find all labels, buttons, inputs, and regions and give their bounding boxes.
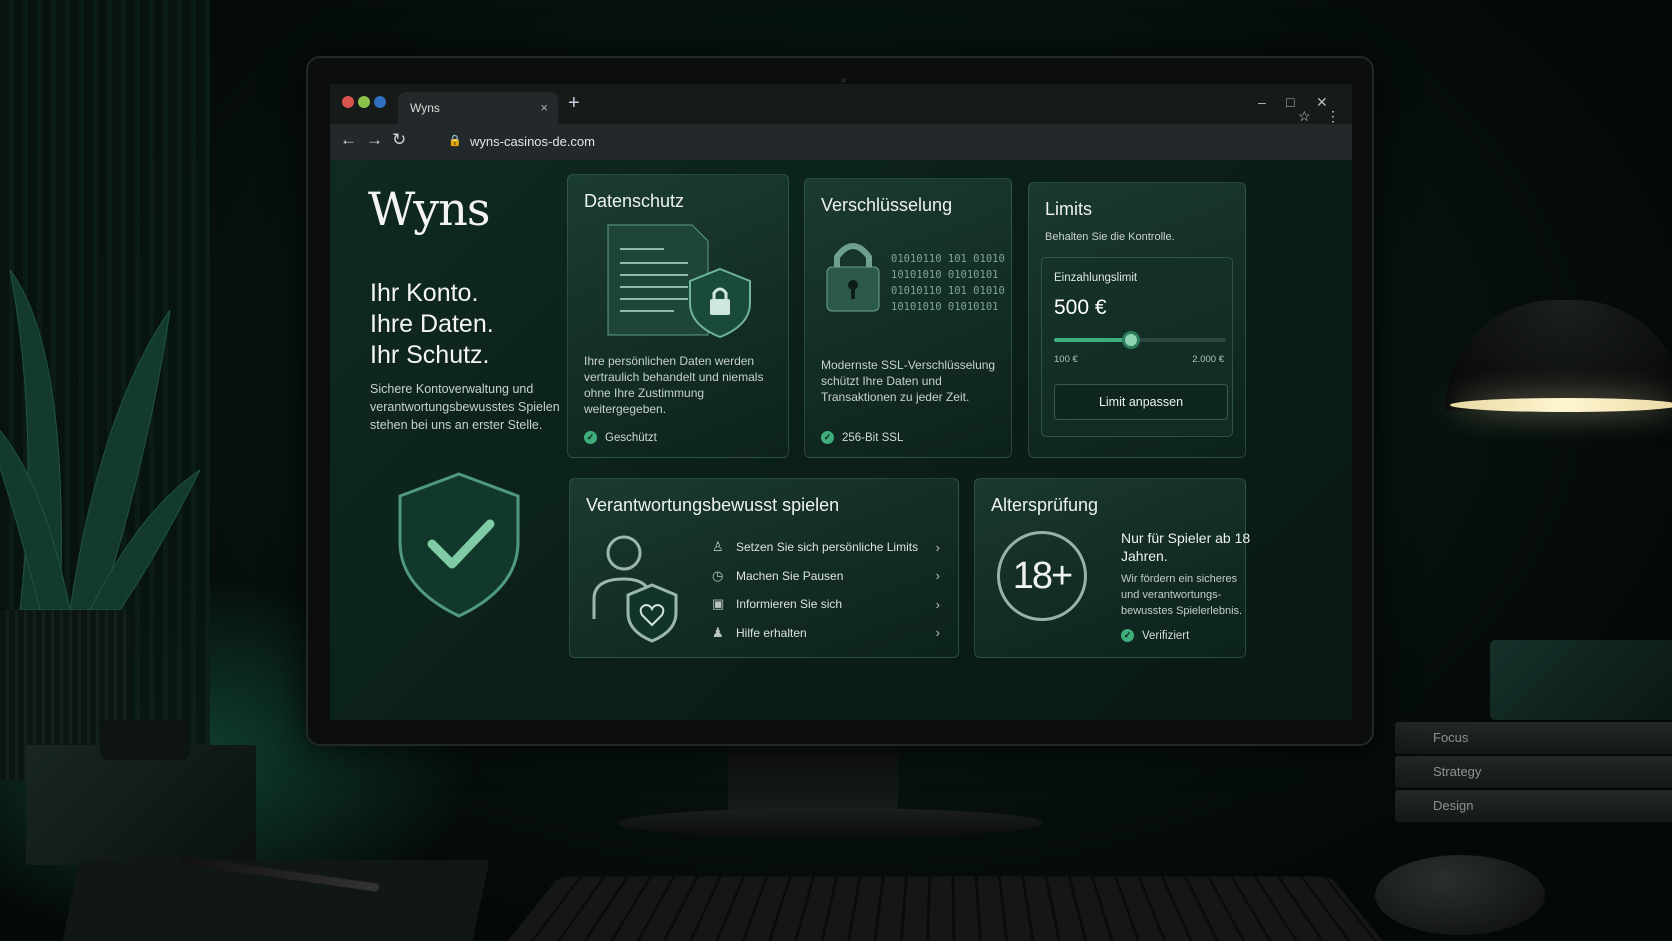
keyboard	[496, 876, 1394, 941]
chevron-right-icon: ›	[935, 625, 940, 641]
lamp-base	[1490, 640, 1672, 720]
check-icon: ✓	[584, 431, 597, 444]
address-bar: ← → ↻ 🔒 wyns-casinos-de.com	[330, 124, 1352, 160]
responsible-item[interactable]: ▣ Informieren Sie sich ›	[712, 590, 940, 619]
lock-icon: 🔒	[448, 135, 462, 147]
range-min: 100 €	[1054, 354, 1078, 365]
monitor-base	[618, 808, 1043, 838]
back-icon[interactable]: ←	[340, 130, 357, 150]
card-limits: Limits Behalten Sie die Kontrolle. Einza…	[1028, 182, 1246, 458]
check-icon: ✓	[821, 431, 834, 444]
chevron-right-icon: ›	[935, 539, 940, 555]
menu-icon[interactable]: ⋮	[1326, 108, 1340, 125]
headline-line: Ihre Daten.	[370, 310, 494, 338]
card-title: Altersprüfung	[991, 495, 1099, 515]
marble-block	[26, 745, 256, 865]
person-limit-icon: ♙	[712, 539, 724, 555]
close-dot[interactable]	[342, 96, 354, 108]
age-heading: Nur für Spieler ab 18 Jahren.	[1121, 530, 1251, 564]
lamp-light	[1450, 398, 1672, 412]
limit-slider[interactable]	[1054, 331, 1226, 349]
status-badge: ✓ Verifiziert	[1121, 629, 1189, 642]
person-heart-shield-icon	[592, 535, 678, 643]
status-badge: ✓ 256-Bit SSL	[821, 431, 903, 444]
card-verschluesselung: Verschlüsselung 01010110 101 01010 10101…	[804, 178, 1012, 458]
user-icon: ♟	[712, 624, 724, 640]
check-icon: ✓	[1121, 629, 1134, 642]
browser-tab[interactable]: Wyns ×	[398, 92, 558, 124]
responsible-list: ♙ Setzen Sie sich persönliche Limits › ◷ Mac…	[712, 533, 940, 647]
card-text: Ihre persönlichen Daten werden vertrauli…	[584, 354, 764, 416]
badge-label: 256-Bit SSL	[842, 431, 904, 444]
card-title: Limits	[1045, 199, 1093, 219]
badge-label: Geschützt	[605, 431, 657, 444]
document-shield-icon	[607, 224, 751, 339]
tab-bar: Wyns × + – □ ✕	[330, 84, 1352, 124]
card-age-verification: Altersprüfung 18+ Nur für Spieler ab 18 …	[974, 478, 1250, 658]
monitor: Wyns × + – □ ✕ ← → ↻ 🔒 wyns-casinos-de.c…	[306, 56, 1374, 746]
badge-label: Verifiziert	[1142, 629, 1190, 642]
slider-handle[interactable]	[1122, 331, 1141, 349]
minimize-dot[interactable]	[358, 96, 370, 108]
range-max: 2.000 €	[1192, 354, 1224, 365]
adjust-limit-button[interactable]: Limit anpassen	[1054, 384, 1228, 420]
mouse	[1375, 855, 1545, 935]
maximize-icon[interactable]: □	[1286, 94, 1294, 110]
hero-intro: Sichere Kontoverwaltung und verantwortun…	[370, 382, 560, 432]
responsible-item[interactable]: ♟ Hilfe erhalten ›	[712, 619, 940, 648]
chevron-right-icon: ›	[935, 596, 940, 612]
responsible-item-label: Hilfe erhalten	[736, 625, 807, 640]
card-text: Modernste SSL-Verschlüsselung schützt Ih…	[821, 358, 996, 404]
reload-icon[interactable]: ↻	[392, 130, 406, 150]
status-badge: ✓ Geschützt	[584, 431, 657, 444]
responsible-item[interactable]: ♙ Setzen Sie sich persönliche Limits ›	[712, 533, 940, 562]
deposit-label: Einzahlungslimit	[1054, 272, 1138, 284]
card-subtitle: Behalten Sie die Kontrolle.	[1045, 231, 1175, 243]
webcam	[841, 78, 846, 83]
book-strategy: Strategy	[1395, 756, 1672, 788]
deposit-value: 500 €	[1054, 296, 1107, 319]
info-icon: ▣	[712, 596, 725, 612]
headline-line: Ihr Schutz.	[370, 341, 490, 369]
bookmark-star-icon[interactable]: ☆	[1298, 108, 1311, 125]
forward-icon[interactable]: →	[366, 130, 383, 150]
book-focus: Focus	[1395, 722, 1672, 754]
url-field[interactable]: wyns-casinos-de.com	[470, 134, 595, 149]
site-logo[interactable]: Wyns	[368, 182, 490, 236]
book-design: Design	[1395, 790, 1672, 822]
headline-line: Ihr Konto.	[370, 279, 479, 307]
shield-check-icon	[398, 472, 520, 618]
new-tab-button[interactable]: +	[568, 92, 580, 115]
deposit-limit-box: Einzahlungslimit 500 € 100 € 2.000 € Lim…	[1041, 257, 1233, 437]
age-18-badge: 18+	[997, 531, 1087, 621]
card-datenschutz: Datenschutz Ihre persönlichen Daten werd…	[567, 174, 789, 458]
plant-decoration	[0, 269, 200, 610]
minimize-icon[interactable]: –	[1258, 94, 1266, 110]
chevron-right-icon: ›	[935, 568, 940, 584]
hero-headline: Ihr Konto. Ihre Daten. Ihr Schutz.	[370, 278, 570, 371]
card-title: Datenschutz	[584, 191, 685, 211]
tab-title: Wyns	[410, 101, 440, 115]
responsible-item-label: Machen Sie Pausen	[736, 568, 844, 583]
slider-fill	[1054, 338, 1132, 342]
age-text: Wir fördern ein sicheres und verantwortu…	[1121, 573, 1243, 617]
card-title: Verschlüsselung	[821, 195, 953, 215]
card-responsible-gaming: Verantwortungsbewusst spielen ♙ Setzen Si…	[569, 478, 959, 658]
screen: Wyns × + – □ ✕ ← → ↻ 🔒 wyns-casinos-de.c…	[330, 84, 1352, 720]
clock-icon: ◷	[712, 567, 724, 583]
responsible-item[interactable]: ◷ Machen Sie Pausen ›	[712, 562, 940, 591]
tab-close-icon[interactable]: ×	[540, 100, 548, 115]
responsible-item-label: Setzen Sie sich persönliche Limits	[736, 540, 919, 555]
padlock-icon	[826, 243, 880, 312]
maximize-dot[interactable]	[374, 96, 386, 108]
card-title: Verantwortungsbewusst spielen	[586, 495, 840, 515]
responsible-item-label: Informieren Sie sich	[736, 597, 843, 612]
inkwell	[100, 720, 190, 760]
webpage: Wyns Ihr Konto. Ihre Daten. Ihr Schutz. …	[330, 160, 1352, 720]
binary-code: 01010110 101 01010 10101010 01010101 010…	[891, 253, 1005, 313]
